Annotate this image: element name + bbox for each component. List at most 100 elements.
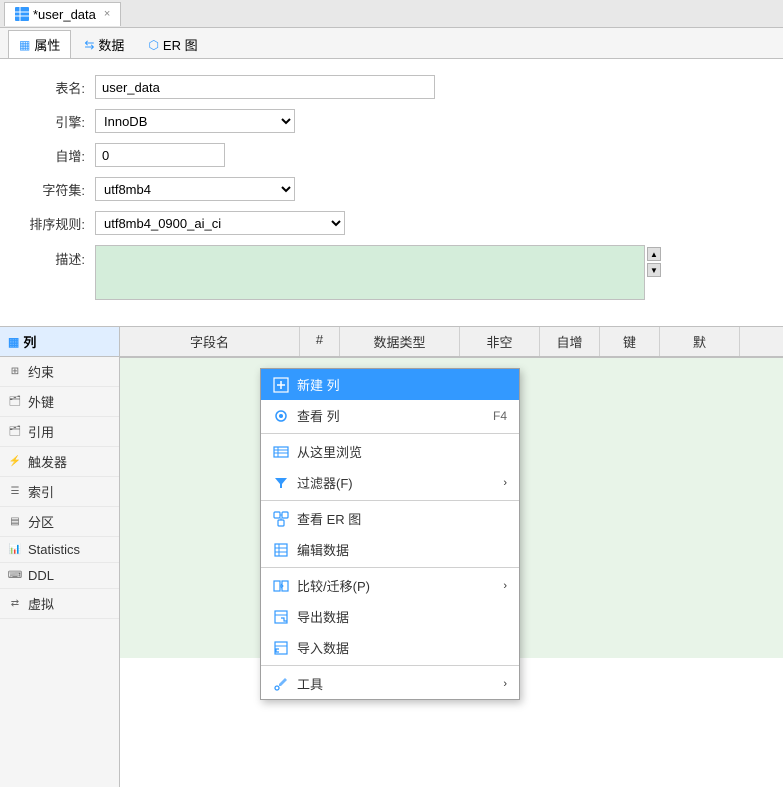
virtual-icon: ⇄ bbox=[8, 597, 22, 611]
sidebar-item-ddl[interactable]: ⌨ DDL bbox=[0, 563, 119, 589]
browse-icon bbox=[273, 444, 289, 460]
index-icon: ☰ bbox=[8, 485, 22, 499]
export-icon bbox=[273, 609, 289, 625]
sidebar-item-foreign-keys[interactable]: 🗂 外键 bbox=[0, 387, 119, 417]
engine-label: 引擎: bbox=[20, 112, 85, 131]
compare-arrow: › bbox=[503, 580, 507, 592]
auto-inc-label: 自增: bbox=[20, 146, 85, 165]
sub-tab-properties-label: 属性 bbox=[34, 35, 60, 54]
desc-label: 描述: bbox=[20, 245, 85, 268]
tab-user-data[interactable]: *user_data × bbox=[4, 2, 121, 26]
tab-table-icon bbox=[15, 7, 29, 21]
collation-label: 排序规则: bbox=[20, 214, 85, 233]
menu-item-view-col[interactable]: 查看 列 F4 bbox=[261, 400, 519, 431]
th-num: # bbox=[300, 327, 340, 356]
tab-bar: *user_data × bbox=[0, 0, 783, 28]
sidebar-item-triggers[interactable]: ⚡ 触发器 bbox=[0, 447, 119, 477]
table-name-input[interactable] bbox=[95, 75, 435, 99]
menu-label-view-col: 查看 列 bbox=[297, 406, 340, 425]
sidebar-item-statistics[interactable]: 📊 Statistics bbox=[0, 537, 119, 563]
engine-select[interactable]: InnoDB MyISAM MEMORY bbox=[95, 109, 295, 133]
sidebar-header: ▦ 列 bbox=[0, 327, 119, 357]
collation-row: 排序规则: utf8mb4_0900_ai_ci utf8mb4_general… bbox=[20, 211, 763, 235]
menu-label-import: 导入数据 bbox=[297, 638, 349, 657]
sidebar-list-icon: ▦ bbox=[8, 335, 19, 349]
data-icon: ⇆ bbox=[84, 38, 94, 52]
sidebar-item-indexes[interactable]: ☰ 索引 bbox=[0, 477, 119, 507]
sidebar-label-virtual: 虚拟 bbox=[28, 594, 54, 613]
sidebar-item-constraints[interactable]: ⊞ 约束 bbox=[0, 357, 119, 387]
sidebar-item-partitions[interactable]: ▤ 分区 bbox=[0, 507, 119, 537]
compare-icon bbox=[273, 578, 289, 594]
menu-label-export: 导出数据 bbox=[297, 607, 349, 626]
menu-item-edit-data[interactable]: 编辑数据 bbox=[261, 534, 519, 565]
sidebar-label-references: 引用 bbox=[28, 422, 54, 441]
trigger-icon: ⚡ bbox=[8, 455, 22, 469]
filter-arrow: › bbox=[503, 477, 507, 489]
sidebar-label-ddl: DDL bbox=[28, 568, 54, 583]
menu-label-edit-data: 编辑数据 bbox=[297, 540, 349, 559]
menu-item-filter[interactable]: 过滤器(F) › bbox=[261, 467, 519, 498]
tab-properties[interactable]: ▦ 属性 bbox=[8, 30, 71, 58]
table-name-row: 表名: bbox=[20, 75, 763, 99]
scroll-up-arrow[interactable]: ▲ bbox=[647, 247, 661, 261]
menu-item-browse[interactable]: 从这里浏览 bbox=[261, 436, 519, 467]
tools-arrow: › bbox=[503, 678, 507, 690]
collation-select[interactable]: utf8mb4_0900_ai_ci utf8mb4_general_ci bbox=[95, 211, 345, 235]
ddl-icon: ⌨ bbox=[8, 569, 22, 583]
separator-2 bbox=[261, 500, 519, 501]
tools-icon bbox=[273, 676, 289, 692]
th-autoinc: 自增 bbox=[540, 327, 600, 356]
table-body: 新建 列 查看 列 F4 bbox=[120, 358, 783, 658]
menu-label-compare: 比较/迁移(P) bbox=[297, 576, 370, 595]
view-col-icon bbox=[273, 408, 289, 424]
form-area: 表名: 引擎: InnoDB MyISAM MEMORY 自增: 字符集: ut… bbox=[0, 59, 783, 327]
tab-data[interactable]: ⇆ 数据 bbox=[73, 30, 135, 58]
foreignkey-icon: 🗂 bbox=[8, 395, 22, 409]
sub-tab-data-label: 数据 bbox=[98, 35, 124, 54]
er-icon: ⬡ bbox=[148, 38, 158, 52]
tab-label: *user_data bbox=[33, 7, 96, 22]
auto-inc-row: 自增: bbox=[20, 143, 763, 167]
sidebar-label-triggers: 触发器 bbox=[28, 452, 67, 471]
desc-input[interactable] bbox=[95, 245, 645, 300]
menu-label-er-view: 查看 ER 图 bbox=[297, 509, 361, 528]
import-icon bbox=[273, 640, 289, 656]
sidebar-label-foreign-keys: 外键 bbox=[28, 392, 54, 411]
charset-select[interactable]: utf8mb4 utf8 latin1 bbox=[95, 177, 295, 201]
sidebar-label-indexes: 索引 bbox=[28, 482, 54, 501]
scroll-down-arrow[interactable]: ▼ bbox=[647, 263, 661, 277]
th-key: 键 bbox=[600, 327, 660, 356]
sidebar-item-virtual[interactable]: ⇄ 虚拟 bbox=[0, 589, 119, 619]
filter-icon bbox=[273, 475, 289, 491]
main-content: ▦ 列 ⊞ 约束 🗂 外键 🗂 引用 ⚡ 触发器 ☰ 索引 ▤ 分区 📊 bbox=[0, 327, 783, 787]
sub-tab-er-label: ER 图 bbox=[163, 35, 198, 54]
edit-data-icon bbox=[273, 542, 289, 558]
sidebar: ▦ 列 ⊞ 约束 🗂 外键 🗂 引用 ⚡ 触发器 ☰ 索引 ▤ 分区 📊 bbox=[0, 327, 120, 787]
menu-item-tools[interactable]: 工具 › bbox=[261, 668, 519, 699]
menu-item-import[interactable]: 导入数据 bbox=[261, 632, 519, 663]
sidebar-label-statistics: Statistics bbox=[28, 542, 80, 557]
th-notnull: 非空 bbox=[460, 327, 540, 356]
charset-label: 字符集: bbox=[20, 180, 85, 199]
partition-icon: ▤ bbox=[8, 515, 22, 529]
menu-label-browse: 从这里浏览 bbox=[297, 442, 362, 461]
sidebar-item-references[interactable]: 🗂 引用 bbox=[0, 417, 119, 447]
menu-item-export[interactable]: 导出数据 bbox=[261, 601, 519, 632]
menu-item-er-view[interactable]: 查看 ER 图 bbox=[261, 503, 519, 534]
menu-item-compare[interactable]: 比较/迁移(P) › bbox=[261, 570, 519, 601]
table-header: 字段名 # 数据类型 非空 自增 键 默 bbox=[120, 327, 783, 358]
er-view-icon bbox=[273, 511, 289, 527]
th-datatype: 数据类型 bbox=[340, 327, 460, 356]
properties-icon: ▦ bbox=[19, 38, 30, 52]
menu-item-new-col[interactable]: 新建 列 bbox=[261, 369, 519, 400]
desc-scrollbar[interactable]: ▲ ▼ bbox=[647, 245, 661, 277]
auto-inc-input[interactable] bbox=[95, 143, 225, 167]
tab-er[interactable]: ⬡ ER 图 bbox=[137, 30, 208, 58]
sidebar-header-label: 列 bbox=[23, 332, 36, 351]
tab-close-button[interactable]: × bbox=[104, 8, 110, 20]
engine-row: 引擎: InnoDB MyISAM MEMORY bbox=[20, 109, 763, 133]
sidebar-label-partitions: 分区 bbox=[28, 512, 54, 531]
menu-label-new-col: 新建 列 bbox=[297, 375, 340, 394]
view-col-shortcut: F4 bbox=[493, 409, 507, 423]
